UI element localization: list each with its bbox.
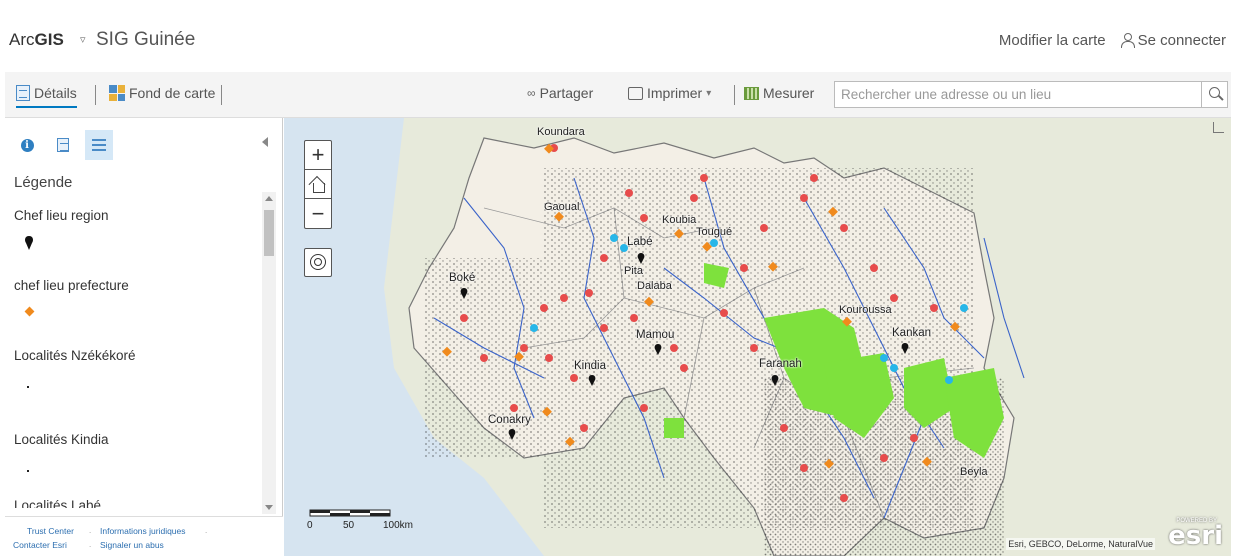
measure-button[interactable]: Mesurer xyxy=(744,85,814,101)
map-toolbar: Détails Fond de carte ∞ Partager Imprime… xyxy=(5,72,1231,118)
tab-details-label: Détails xyxy=(34,85,77,101)
city-label: Beyla xyxy=(960,466,988,478)
legend-title: Légende xyxy=(14,174,73,191)
brand-prefix: Arc xyxy=(9,30,35,49)
footer-separator: . xyxy=(89,526,92,535)
legend-scrollbar[interactable] xyxy=(262,192,276,514)
city-label: Faranah xyxy=(759,358,802,370)
basemap-canvas xyxy=(384,118,1231,556)
legend-list: Chef lieu region chef lieu prefecture Lo… xyxy=(5,200,262,508)
home-icon xyxy=(310,176,326,193)
print-label: Imprimer xyxy=(647,85,703,101)
content-tab[interactable] xyxy=(49,130,77,160)
measure-label: Mesurer xyxy=(763,85,815,101)
legend-layer-name: Chef lieu region xyxy=(14,208,109,223)
legend-layer-name: Localités Nzékékoré xyxy=(14,348,136,363)
city-label: Mamou xyxy=(636,329,675,341)
ruler-icon xyxy=(744,86,759,100)
city-label: Koubia xyxy=(662,214,697,226)
legal-info-link[interactable]: Informations juridiques xyxy=(100,526,186,536)
panel-tabs: i xyxy=(13,130,113,160)
legend-list-icon xyxy=(92,138,106,152)
share-button[interactable]: ∞ Partager xyxy=(527,85,593,101)
search-input[interactable]: Rechercher une adresse ou un lieu xyxy=(834,81,1202,108)
map-view[interactable]: Koundara Gaoual Koubia Tougué Labé Pita … xyxy=(284,118,1231,556)
map-title: SIG Guinée xyxy=(96,29,196,50)
legend-layer-name: Localités Kindia xyxy=(14,432,109,447)
toolbar-divider xyxy=(221,85,222,105)
orange-diamond-icon xyxy=(24,306,35,317)
scale-label: 100km xyxy=(383,520,414,531)
toolbar-divider xyxy=(734,85,735,105)
panel-footer: Trust Center . Informations juridiques .… xyxy=(5,516,283,556)
tab-details[interactable]: Détails xyxy=(16,85,77,108)
city-label: Gaoual xyxy=(544,201,580,213)
expand-icon[interactable] xyxy=(1213,122,1224,133)
sign-in-label: Se connecter xyxy=(1137,32,1226,49)
scroll-up-icon[interactable] xyxy=(265,196,273,201)
city-label: Koundara xyxy=(537,126,585,138)
black-pin-icon xyxy=(25,236,33,250)
brand-menu-chevron-icon[interactable]: ▿ xyxy=(80,33,86,46)
zoom-control: + − xyxy=(304,140,332,229)
print-button[interactable]: Imprimer ▾ xyxy=(628,85,711,101)
map-attribution: Esri, GEBCO, DeLorme, NaturalVue xyxy=(1006,538,1155,550)
scale-label: 0 xyxy=(307,520,313,531)
link-icon: ∞ xyxy=(527,86,536,100)
esri-logo[interactable]: esri xyxy=(1168,521,1223,551)
details-panel: i Légende Chef lieu region chef lieu pre… xyxy=(5,118,283,556)
zoom-in-button[interactable]: + xyxy=(305,141,331,170)
scroll-down-icon[interactable] xyxy=(265,505,273,510)
legend-layer-name: Localités Labé xyxy=(14,498,102,508)
collapse-panel-icon[interactable] xyxy=(262,137,268,147)
city-label: Dalaba xyxy=(637,280,672,292)
tab-basemap-label: Fond de carte xyxy=(129,85,216,101)
city-label: Kouroussa xyxy=(839,304,892,316)
user-icon xyxy=(1120,33,1135,48)
arcgis-brand[interactable]: ArcGIS xyxy=(9,30,64,50)
modify-map-link[interactable]: Modifier la carte xyxy=(999,32,1106,49)
basemap-icon xyxy=(109,85,125,101)
sign-in-link[interactable]: Se connecter xyxy=(1120,32,1226,49)
scale-bar-graphic xyxy=(309,509,391,517)
dot-symbol-icon xyxy=(27,470,29,472)
city-label: Pita xyxy=(624,265,643,277)
home-button[interactable] xyxy=(305,170,331,199)
city-label: Labé xyxy=(627,236,653,248)
locate-button[interactable] xyxy=(304,248,332,277)
city-label: Conakry xyxy=(488,414,531,426)
footer-separator: . xyxy=(205,526,208,535)
header-actions: Modifier la carte Se connecter xyxy=(999,32,1226,49)
print-chevron-down-icon: ▾ xyxy=(706,87,712,99)
city-label: Tougué xyxy=(696,226,733,238)
printer-icon xyxy=(628,86,643,100)
contact-esri-link[interactable]: Contacter Esri xyxy=(13,540,67,550)
tab-basemap[interactable]: Fond de carte xyxy=(109,85,215,101)
info-icon: i xyxy=(20,138,34,152)
scroll-thumb[interactable] xyxy=(264,210,274,256)
trust-center-link[interactable]: Trust Center xyxy=(27,526,74,536)
city-label: Kankan xyxy=(892,327,932,339)
share-label: Partager xyxy=(539,85,594,101)
legend-tab[interactable] xyxy=(85,130,113,160)
city-label: Kindia xyxy=(574,360,606,372)
about-tab[interactable]: i xyxy=(13,130,41,160)
toolbar-divider xyxy=(95,85,96,105)
zoom-out-button[interactable]: − xyxy=(305,199,331,228)
footer-separator: . xyxy=(89,540,92,549)
content-icon xyxy=(57,138,69,152)
dot-symbol-icon xyxy=(27,386,29,388)
top-header: ArcGIS ▿ SIG Guinée Modifier la carte Se… xyxy=(0,0,1236,72)
legend-layer-name: chef lieu prefecture xyxy=(14,278,129,293)
details-icon xyxy=(16,85,30,101)
scale-label: 50 xyxy=(343,520,355,531)
search-icon[interactable] xyxy=(1201,81,1228,108)
brand-bold: GIS xyxy=(34,30,64,49)
report-abuse-link[interactable]: Signaler un abus xyxy=(100,540,164,550)
city-label: Boké xyxy=(449,272,476,284)
